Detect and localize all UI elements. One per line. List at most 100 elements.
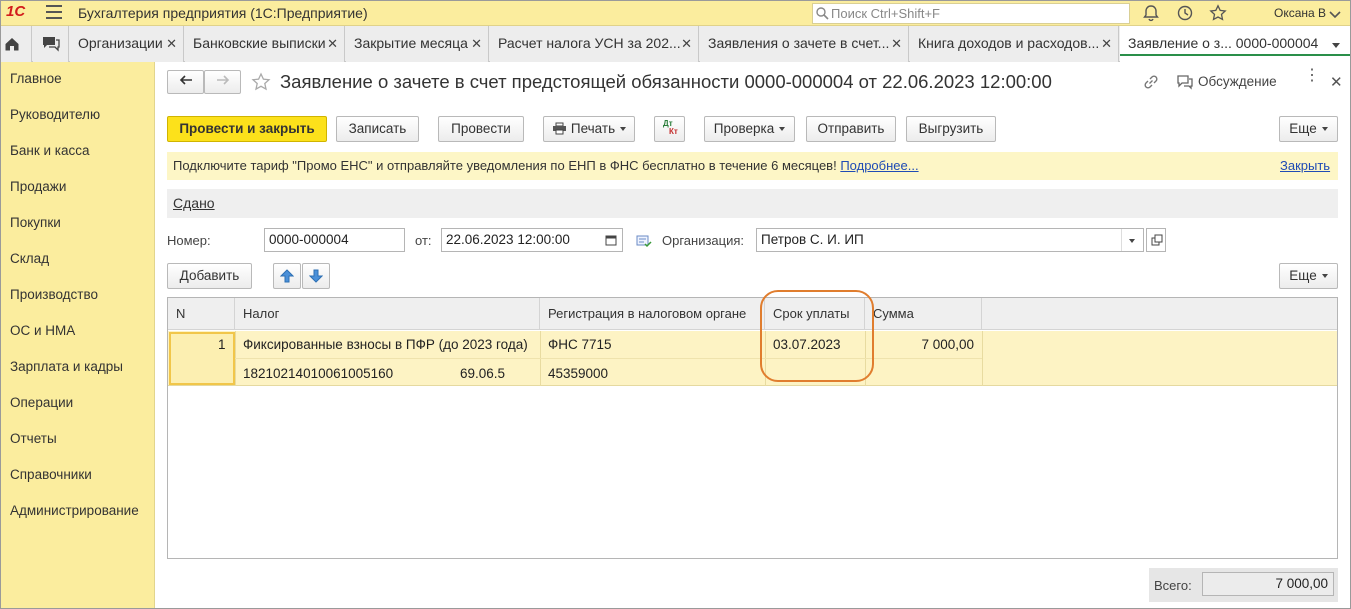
tab-label: Заявление о з... 0000-000004 (1128, 35, 1319, 51)
sidebar-item-manager[interactable]: Руководителю (10, 107, 100, 122)
post-and-close-button[interactable]: Провести и закрыть (167, 116, 327, 142)
organization-open-button[interactable] (1146, 228, 1166, 252)
sidebar-item-admin[interactable]: Администрирование (10, 503, 139, 518)
sidebar-item-operations[interactable]: Операции (10, 395, 73, 410)
history-icon[interactable] (1176, 4, 1194, 22)
status-link[interactable]: Сдано (173, 195, 215, 211)
sidebar-item-purchases[interactable]: Покупки (10, 215, 61, 230)
close-icon[interactable]: ✕ (166, 36, 177, 52)
window-menu-icon[interactable] (1326, 5, 1344, 23)
sidebar-item-payroll[interactable]: Зарплата и кадры (10, 359, 123, 374)
dt-kt-button[interactable]: Дт Кт (654, 116, 685, 142)
back-button[interactable] (167, 70, 204, 94)
send-button[interactable]: Отправить (806, 116, 896, 142)
star-icon[interactable] (1209, 4, 1227, 22)
document-title: Заявление о зачете в счет предстоящей об… (280, 71, 1052, 92)
bell-icon[interactable] (1142, 4, 1160, 22)
tab-current-document[interactable]: Заявление о з... 0000-000004 (1120, 26, 1351, 62)
user-name[interactable]: Оксана В (1274, 6, 1326, 20)
unload-button[interactable]: Выгрузить (906, 116, 996, 142)
app-title: Бухгалтерия предприятия (1С:Предприятие) (78, 5, 368, 21)
tab-label: Книга доходов и расходов... (918, 35, 1100, 51)
sidebar-item-main[interactable]: Главное (10, 71, 62, 86)
save-button[interactable]: Записать (336, 116, 419, 142)
table-more-button[interactable]: Еще (1279, 263, 1338, 289)
more-button[interactable]: Еще (1279, 116, 1338, 142)
forward-button[interactable] (204, 70, 241, 94)
tax-code: 69.06.5 (460, 366, 506, 381)
menu-icon[interactable] (46, 5, 62, 19)
promo-banner-text: Подключите тариф "Промо ЕНС" и отправляй… (173, 158, 919, 173)
more-actions-icon[interactable]: ⋮ (1304, 68, 1320, 84)
tab-month-closing[interactable]: Закрытие месяца ✕ (346, 26, 489, 62)
close-icon[interactable]: ✕ (891, 36, 902, 52)
status-bar (167, 189, 1338, 218)
column-header-tax[interactable]: Налог (235, 298, 540, 330)
print-button[interactable]: Печать (543, 116, 635, 142)
tab-label: Расчет налога УСН за 202... (498, 35, 681, 51)
organization-label: Организация: (662, 233, 745, 248)
close-icon[interactable]: ✕ (681, 36, 692, 52)
number-field[interactable]: 0000-000004 (264, 228, 405, 252)
dropdown-caret-icon (620, 127, 627, 132)
active-tab-indicator (1120, 54, 1350, 56)
tab-bank-statements[interactable]: Банковские выписки ✕ (185, 26, 345, 62)
organization-field[interactable]: Петров С. И. ИП (756, 228, 1144, 252)
column-header-n[interactable]: N (168, 298, 235, 330)
tab-usn-tax[interactable]: Расчет налога УСН за 202... ✕ (490, 26, 699, 62)
date-label: от: (415, 233, 432, 248)
link-icon[interactable] (1142, 73, 1160, 91)
column-header-empty (982, 298, 1337, 330)
move-down-button[interactable] (302, 263, 330, 289)
arrow-left-icon (179, 75, 192, 85)
sidebar-item-warehouse[interactable]: Склад (10, 251, 49, 266)
chevron-down-icon (1129, 239, 1135, 243)
organization-dropdown[interactable] (1121, 229, 1143, 251)
column-header-amount[interactable]: Сумма (865, 298, 982, 330)
home-tab[interactable] (0, 26, 32, 62)
search-icon (816, 7, 829, 20)
chevron-down-icon[interactable] (1327, 37, 1340, 52)
move-up-button[interactable] (273, 263, 301, 289)
org-history-icon[interactable] (636, 234, 652, 248)
discussion-link[interactable]: Обсуждение (1198, 74, 1277, 89)
open-icon (1151, 234, 1163, 246)
amount: 7 000,00 (921, 337, 974, 352)
calendar-icon[interactable] (605, 234, 617, 246)
sidebar-item-reports[interactable]: Отчеты (10, 431, 57, 446)
close-icon[interactable]: ✕ (471, 36, 482, 52)
tab-organizations[interactable]: Организации ✕ (70, 26, 184, 62)
tax-authority: ФНС 7715 (548, 337, 612, 352)
sidebar-item-references[interactable]: Справочники (10, 467, 92, 482)
search-input[interactable]: Поиск Ctrl+Shift+F (812, 3, 1130, 24)
arrow-right-icon (216, 75, 229, 85)
date-field[interactable]: 22.06.2023 12:00:00 (441, 228, 623, 252)
post-button[interactable]: Провести (438, 116, 524, 142)
column-header-registration[interactable]: Регистрация в налоговом органе (540, 298, 765, 330)
more-info-link[interactable]: Подробнее... (840, 158, 918, 173)
more-label: Еще (1289, 121, 1317, 136)
close-icon[interactable]: ✕ (1101, 36, 1112, 52)
tab-offset-applications[interactable]: Заявления о зачете в счет... ✕ (700, 26, 909, 62)
sidebar-item-fixed-assets[interactable]: ОС и НМА (10, 323, 75, 338)
annotation-highlight (760, 290, 874, 382)
sidebar-item-bank[interactable]: Банк и касса (10, 143, 90, 158)
banner-close-link[interactable]: Закрыть (1280, 158, 1330, 173)
oktmo-code: 45359000 (548, 366, 609, 381)
sidebar-item-sales[interactable]: Продажи (10, 179, 66, 194)
messages-tab[interactable] (33, 26, 69, 62)
sidebar-item-production[interactable]: Производство (10, 287, 98, 302)
home-icon (5, 38, 19, 51)
add-row-button[interactable]: Добавить (167, 263, 252, 289)
discussion-icon[interactable] (1176, 73, 1194, 91)
dropdown-caret-icon (1321, 127, 1328, 132)
organization-value: Петров С. И. ИП (761, 232, 864, 247)
favorite-star-icon[interactable] (251, 72, 271, 92)
more-label: Еще (1289, 268, 1317, 283)
close-icon[interactable]: ✕ (327, 36, 338, 52)
app-logo: 1С (6, 3, 26, 20)
check-button[interactable]: Проверка (704, 116, 795, 142)
close-document-icon[interactable]: ✕ (1330, 73, 1343, 91)
number-label: Номер: (167, 233, 211, 248)
tab-income-book[interactable]: Книга доходов и расходов... ✕ (910, 26, 1119, 62)
